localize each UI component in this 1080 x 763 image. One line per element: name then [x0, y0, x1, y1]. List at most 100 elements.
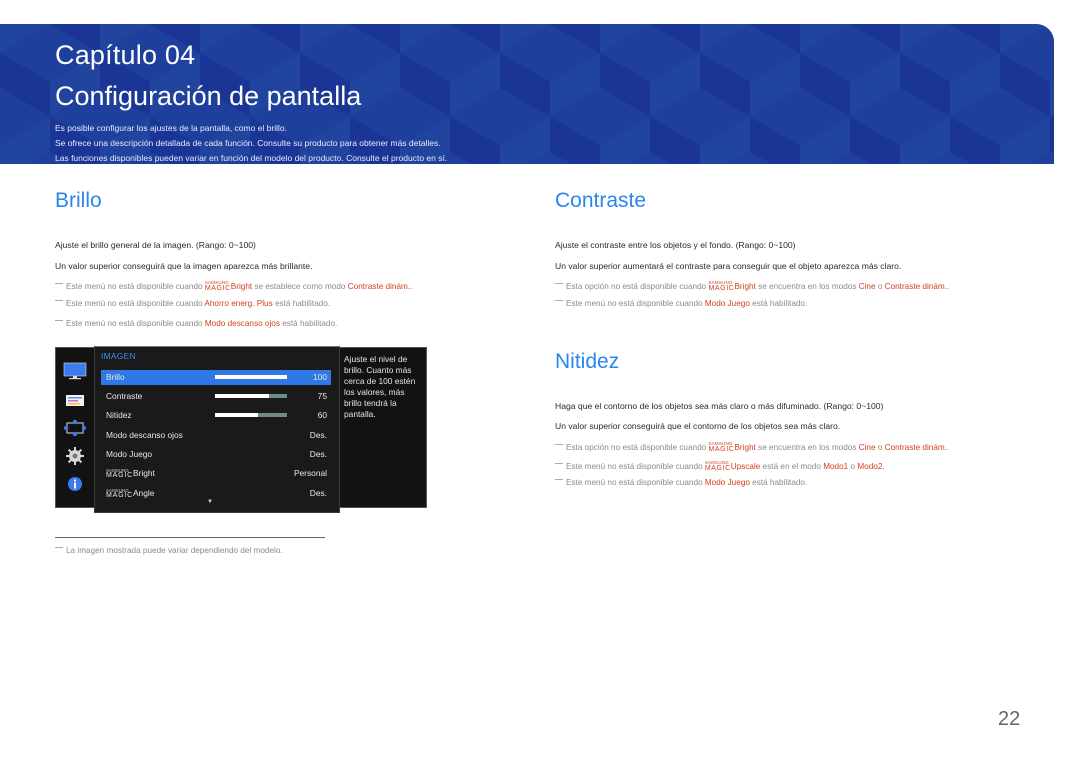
page-title: Configuración de pantalla: [55, 81, 362, 111]
magic-brand-mark: SAMSUNG MAGIC: [106, 488, 133, 499]
magic-feature-name: Bright: [230, 282, 253, 291]
osd-slider-bar: [215, 375, 287, 379]
note-text: .: [882, 462, 885, 471]
magic-feature-name: Bright: [132, 468, 155, 478]
osd-slider-bar: [215, 413, 287, 417]
osd-menu-item: Modo descanso ojos Des.: [101, 428, 331, 443]
magic-brand-mark: SAMSUNG MAGIC: [708, 441, 734, 453]
osd-slider-bar: [215, 394, 287, 398]
note-text: o: [875, 443, 885, 452]
samsung-magic-logo: SAMSUNG MAGIC Bright: [205, 280, 253, 292]
osd-item-label: Modo Juego: [106, 449, 153, 459]
contraste-note: Esta opción no está disponible cuando SA…: [555, 280, 949, 292]
nitidez-paragraph: Haga que el contorno de los objetos sea …: [555, 401, 884, 411]
picture-adjust-icon: [66, 395, 84, 406]
osd-item-label: Contraste: [106, 391, 143, 401]
highlighted-term: Modo Juego: [704, 478, 750, 487]
magic-brand-mark: SAMSUNG MAGIC: [106, 468, 133, 479]
note-dash: [55, 300, 63, 301]
section-title-brillo: Brillo: [55, 189, 102, 212]
highlighted-term: Ahorro energ. Plus: [204, 299, 273, 308]
note-text: está habilitado.: [272, 299, 331, 308]
nitidez-note: Este menú no está disponible cuando Modo…: [555, 478, 807, 487]
note-text: está habilitado.: [279, 319, 338, 328]
nitidez-paragraph: Un valor superior conseguirá que el cont…: [555, 421, 841, 431]
brillo-note: Este menú no está disponible cuando Modo…: [55, 319, 337, 328]
highlighted-term: Cine: [858, 282, 876, 291]
osd-item-label: SAMSUNG MAGIC Bright: [106, 468, 155, 479]
magic-feature-name: Angle: [132, 488, 155, 498]
note-dash: [555, 300, 563, 301]
position-icon: [63, 419, 87, 437]
brand-magic: MAGIC: [708, 285, 735, 292]
brand-magic: MAGIC: [106, 472, 133, 479]
chapter-label: Capítulo 04: [55, 40, 196, 70]
highlighted-term: Modo1: [823, 462, 849, 471]
osd-item-label: Brillo: [106, 372, 125, 382]
note-text: está habilitado.: [749, 299, 808, 308]
chapter-banner: Capítulo 04 Configuración de pantalla Es…: [0, 24, 1054, 164]
note-text: Este menú no está disponible cuando: [66, 282, 205, 291]
note-text: Esta opción no está disponible cuando: [566, 282, 709, 291]
brillo-paragraph: Ajuste el brillo general de la imagen. (…: [55, 240, 256, 250]
highlighted-term: Modo2: [857, 462, 883, 471]
note-text: se encuentra en los modos: [755, 443, 859, 452]
highlighted-term: Contraste dinám.: [884, 443, 948, 452]
footnote: La imagen mostrada puede variar dependie…: [55, 546, 283, 555]
osd-menu-screenshot: IMAGEN Brillo 100 Contraste 75 Nitidez 60 Modo…: [55, 346, 427, 513]
note-text: .: [410, 282, 413, 291]
page-number: 22: [998, 708, 1021, 730]
highlighted-term: Cine: [858, 443, 876, 452]
osd-menu-item: Modo Juego Des.: [101, 447, 331, 462]
footnote-text: La imagen mostrada puede variar dependie…: [66, 546, 283, 555]
osd-item-value: 60: [317, 410, 327, 420]
osd-item-label: SAMSUNG MAGIC Angle: [106, 488, 155, 499]
osd-item-value: 100: [313, 372, 327, 382]
nitidez-note: Esta opción no está disponible cuando SA…: [555, 441, 949, 453]
note-dash: [555, 283, 563, 284]
osd-slider-fill: [215, 375, 287, 379]
osd-menu-item: Nitidez 60: [101, 408, 331, 423]
brand-magic: MAGIC: [704, 465, 731, 472]
section-title-nitidez: Nitidez: [555, 350, 620, 373]
nitidez-note: Este menú no está disponible cuando SAMS…: [555, 460, 885, 472]
note-dash: [555, 479, 563, 480]
contraste-paragraph: Ajuste el contraste entre los objetos y …: [555, 240, 796, 250]
brand-magic: MAGIC: [106, 492, 133, 499]
magic-brand-mark: SAMSUNG MAGIC: [205, 280, 231, 292]
samsung-magic-logo: SAMSUNG MAGIC Bright: [708, 280, 756, 292]
osd-item-value: Des.: [309, 488, 327, 498]
osd-item-value: 75: [317, 391, 327, 401]
note-dash: [55, 283, 63, 284]
note-dash: [55, 320, 63, 321]
osd-menu-item: SAMSUNG MAGIC Bright Personal: [101, 466, 331, 481]
contraste-note: Este menú no está disponible cuando Modo…: [555, 299, 807, 308]
osd-slider-fill: [215, 394, 269, 398]
osd-header: IMAGEN: [101, 351, 136, 361]
brand-magic: MAGIC: [708, 446, 735, 453]
note-text: Este menú no está disponible cuando: [566, 478, 705, 487]
section-title-contraste: Contraste: [555, 189, 647, 212]
note-dash: [555, 463, 563, 464]
intro-text: Es posible configurar los ajustes de la …: [55, 121, 447, 164]
intro-line: Las funciones disponibles pueden variar …: [55, 153, 448, 163]
monitor-icon: [63, 362, 87, 380]
scroll-down-icon: ▼: [207, 499, 213, 505]
contraste-paragraph: Un valor superior aumentará el contraste…: [555, 261, 902, 271]
note-text: se encuentra en los modos: [755, 282, 859, 291]
intro-line: Es posible configurar los ajustes de la …: [55, 123, 287, 133]
note-dash: [55, 547, 63, 548]
brillo-note: Este menú no está disponible cuando Ahor…: [55, 299, 330, 308]
osd-main-panel: IMAGEN Brillo 100 Contraste 75 Nitidez 60 Modo…: [94, 346, 340, 513]
note-text: Este menú no está disponible cuando: [566, 299, 705, 308]
note-dash: [555, 444, 563, 445]
magic-feature-name: Bright: [734, 282, 756, 291]
intro-line: Se ofrece una descripción detallada de c…: [55, 138, 441, 148]
brillo-paragraph: Un valor superior conseguirá que la imag…: [55, 261, 313, 271]
note-text: se establece como modo: [252, 282, 348, 291]
magic-feature-name: Upscale: [730, 462, 761, 471]
magic-brand-mark: SAMSUNG MAGIC: [705, 460, 731, 472]
note-text: o: [875, 282, 885, 291]
osd-item-value: Personal: [293, 468, 327, 478]
note-text: Este menú no está disponible cuando: [66, 319, 205, 328]
